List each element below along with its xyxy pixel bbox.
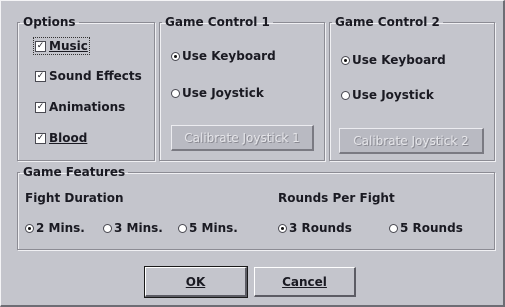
blood-checkmark-icon: ✓ bbox=[35, 132, 46, 144]
ok-button[interactable]: OK bbox=[144, 266, 248, 298]
calibrate-joystick-2-button[interactable]: Calibrate Joystick 2 bbox=[339, 128, 484, 154]
fight-duration-5-mins-radio[interactable]: 5 Mins. bbox=[178, 221, 238, 235]
five-mins-label: 5 Mins. bbox=[189, 221, 238, 235]
music-checkbox[interactable]: ✓ Music bbox=[33, 37, 90, 55]
gc1-keyboard-radio-dot-icon bbox=[171, 51, 180, 61]
three-mins-label: 3 Mins. bbox=[114, 221, 163, 235]
game-control-1-title: Game Control 1 bbox=[165, 15, 270, 29]
blood-checkbox[interactable]: ✓ Blood bbox=[35, 131, 87, 145]
gc1-use-joystick-label: Use Joystick bbox=[182, 86, 264, 100]
animations-label: Animations bbox=[49, 100, 126, 114]
three-rounds-radio-dot-icon bbox=[278, 223, 287, 233]
animations-checkbox[interactable]: ✓ Animations bbox=[35, 100, 125, 114]
five-rounds-label: 5 Rounds bbox=[400, 221, 463, 235]
ok-button-label: OK bbox=[185, 274, 206, 289]
rounds-per-fight-label: Rounds Per Fight bbox=[278, 191, 395, 205]
sound-effects-checkbox[interactable]: ✓ Sound Effects bbox=[35, 69, 142, 83]
three-mins-radio-dot-icon bbox=[103, 223, 112, 233]
calibrate-joystick-1-label: Calibrate Joystick 1 bbox=[184, 130, 300, 145]
music-checkmark-icon: ✓ bbox=[35, 40, 46, 52]
sound-effects-checkmark-icon: ✓ bbox=[35, 70, 46, 82]
gc1-use-joystick-radio[interactable]: Use Joystick bbox=[171, 86, 264, 100]
cancel-button-label: Cancel bbox=[282, 274, 327, 289]
gc2-use-keyboard-label: Use Keyboard bbox=[352, 53, 446, 67]
game-control-2-title: Game Control 2 bbox=[335, 15, 440, 29]
gc2-use-keyboard-radio[interactable]: Use Keyboard bbox=[341, 53, 446, 67]
rounds-3-radio[interactable]: 3 Rounds bbox=[278, 221, 352, 235]
game-features-title: Game Features bbox=[23, 165, 126, 179]
three-rounds-label: 3 Rounds bbox=[289, 221, 352, 235]
two-mins-label: 2 Mins. bbox=[36, 221, 85, 235]
gc1-use-keyboard-label: Use Keyboard bbox=[182, 49, 276, 63]
calibrate-joystick-1-button[interactable]: Calibrate Joystick 1 bbox=[171, 125, 314, 151]
cancel-button[interactable]: Cancel bbox=[254, 267, 356, 297]
gc2-joystick-radio-dot-icon bbox=[341, 90, 350, 100]
fight-duration-2-mins-radio[interactable]: 2 Mins. bbox=[25, 221, 85, 235]
gc2-use-joystick-radio[interactable]: Use Joystick bbox=[341, 88, 434, 102]
game-options-dialog: Options ✓ Music ✓ Sound Effects ✓ Animat… bbox=[0, 0, 505, 307]
calibrate-joystick-2-label: Calibrate Joystick 2 bbox=[353, 133, 469, 148]
gc1-use-keyboard-radio[interactable]: Use Keyboard bbox=[171, 49, 276, 63]
animations-checkmark-icon: ✓ bbox=[35, 101, 46, 113]
five-mins-radio-dot-icon bbox=[178, 223, 187, 233]
rounds-5-radio[interactable]: 5 Rounds bbox=[389, 221, 463, 235]
blood-label: Blood bbox=[49, 131, 88, 145]
five-rounds-radio-dot-icon bbox=[389, 223, 398, 233]
two-mins-radio-dot-icon bbox=[25, 223, 34, 233]
music-label: Music bbox=[49, 39, 88, 53]
gc1-joystick-radio-dot-icon bbox=[171, 88, 180, 98]
sound-effects-label: Sound Effects bbox=[49, 69, 142, 83]
fight-duration-3-mins-radio[interactable]: 3 Mins. bbox=[103, 221, 163, 235]
gc2-keyboard-radio-dot-icon bbox=[341, 55, 350, 65]
options-group-title: Options bbox=[23, 15, 76, 29]
fight-duration-label: Fight Duration bbox=[25, 191, 124, 205]
gc2-use-joystick-label: Use Joystick bbox=[352, 88, 434, 102]
game-features-group: Game Features bbox=[17, 165, 495, 250]
